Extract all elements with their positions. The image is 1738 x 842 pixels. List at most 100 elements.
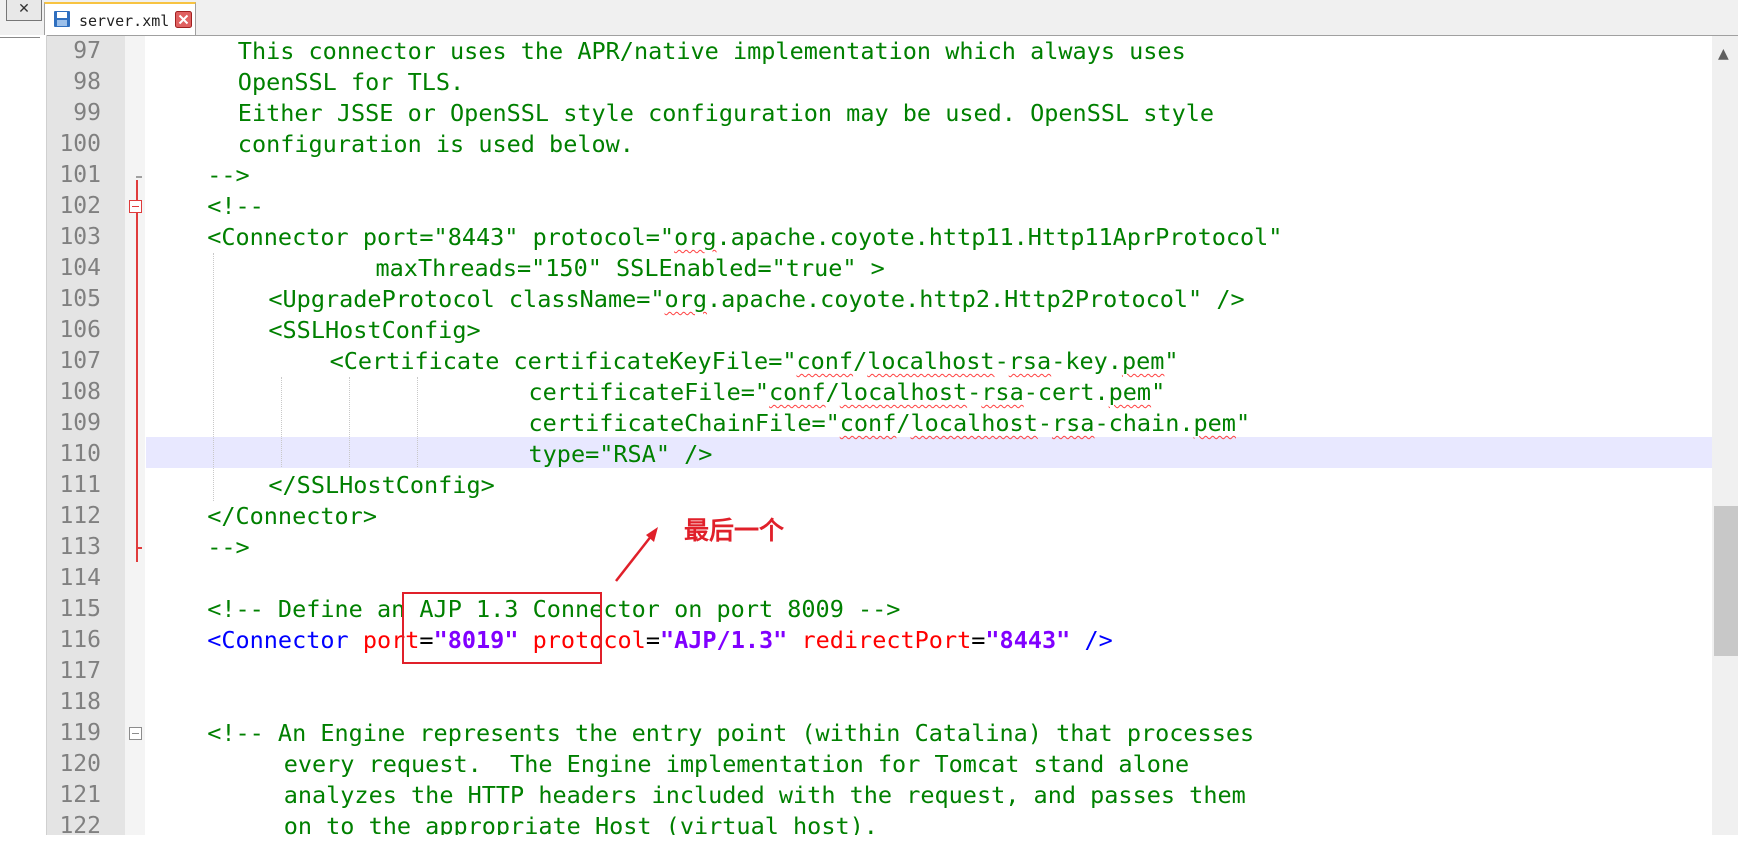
line-number: 103 [59,224,101,250]
code-token: <Certificate certificateKeyFile=" [329,347,797,375]
code-token: <SSLHostConfig> [268,316,481,344]
code-editor[interactable]: This connector uses the APR/native imple… [146,36,1712,835]
tab-filename: server.xml [79,12,170,30]
scrollbar-thumb[interactable] [1714,506,1738,656]
code-token: = [645,626,660,654]
code-token: - [994,347,1009,375]
fold-range-end [136,547,142,549]
tab-bar: ✕ server.xml [0,0,1738,36]
code-token: localhost [839,378,968,406]
code-token: Either JSSE or OpenSSL style configurati… [237,99,1215,127]
code-line: --> [207,160,249,191]
close-all-button[interactable]: ✕ [6,0,42,21]
line-number: 106 [59,317,101,343]
code-token: conf [839,409,897,437]
code-token: redirectPort [801,626,972,654]
code-token: localhost [910,409,1038,437]
tab-server-xml[interactable]: server.xml [44,2,196,35]
code-token: pem [1121,347,1165,375]
line-number: 110 [59,441,101,467]
code-token: -chain. [1094,409,1194,437]
fold-collapse-toggle[interactable] [129,727,142,740]
code-token: - [967,378,982,406]
code-token: /> [1084,626,1113,654]
floppy-disk-icon [54,11,70,27]
code-line: every request. The Engine implementation… [284,749,1189,780]
code-line: <Connector port="8019" protocol="AJP/1.3… [207,625,1113,656]
code-token: / [896,409,911,437]
code-line: type="RSA" /> [529,439,713,470]
line-number: 114 [59,565,101,591]
code-line: <UpgradeProtocol className="org.apache.c… [268,284,1244,315]
code-token: - [1037,409,1053,437]
code-token: <!-- An Engine represents the entry poin… [207,719,1255,747]
code-token: rsa [981,378,1024,406]
code-line: configuration is used below. [238,129,634,160]
line-number: 102 [59,193,101,219]
code-token: .apache.coyote.http11.Http11AprProtocol" [716,223,1283,251]
code-token: -key. [1051,347,1122,375]
code-token: OpenSSL for TLS. [237,68,465,96]
code-token: " [1235,409,1251,437]
code-token: pem [1193,409,1236,437]
fold-collapse-toggle[interactable] [129,200,142,213]
code-token: maxThreads="150" SSLEnabled="true" > [375,254,885,282]
code-line: OpenSSL for TLS. [238,67,464,98]
code-token: </SSLHostConfig> [268,471,495,499]
code-token: This connector uses the APR/native imple… [237,37,1186,65]
fold-margin [125,36,145,835]
code-line: analyzes the HTTP headers included with … [284,780,1246,811]
code-token: = [971,626,986,654]
code-token: certificateFile=" [528,378,770,406]
line-number: 97 [73,38,101,64]
line-number: 122 [59,813,101,839]
code-token: analyzes the HTTP headers included with … [283,781,1246,809]
code-token: </Connector> [207,502,377,530]
code-line: <Connector port="8443" protocol="org.apa… [207,222,1282,253]
line-number: 98 [73,69,101,95]
code-token: pem [1108,378,1152,406]
close-tab-icon[interactable] [175,11,192,28]
code-token: .apache.coyote.http2.Http2Protocol" /> [707,285,1245,313]
code-token: <UpgradeProtocol className=" [268,285,665,313]
code-token: rsa [1008,347,1052,375]
code-line: maxThreads="150" SSLEnabled="true" > [376,253,885,284]
code-line: <!-- An Engine represents the entry poin… [207,718,1254,749]
code-token: configuration is used below. [237,130,634,158]
fold-range-end [136,176,142,178]
indent-guide [213,253,214,501]
code-token: every request. The Engine implementation… [283,750,1190,778]
line-number: 117 [59,658,101,684]
line-number: 99 [73,100,101,126]
code-token: org [674,223,717,251]
line-number: 105 [59,286,101,312]
code-line: <!-- [207,191,264,222]
line-number: 107 [59,348,101,374]
vertical-scrollbar[interactable]: ▲ [1712,36,1738,835]
code-token: <!-- [207,192,264,220]
code-line: </SSLHostConfig> [268,470,494,501]
scroll-up-icon[interactable]: ▲ [1718,46,1729,62]
side-panel-edge [0,35,47,835]
code-token: <Connector [207,626,363,654]
current-line-highlight [146,437,1712,468]
fold-range-line [136,180,138,562]
line-number: 111 [59,472,101,498]
line-number: 100 [59,131,101,157]
code-line: on to the appropriate Host (virtual host… [284,811,878,835]
arrow-annotation-icon [615,527,658,582]
code-token: org [664,285,707,313]
code-line: certificateChainFile="conf/localhost-rsa… [529,408,1251,439]
code-token: / [825,378,840,406]
code-token: on to the appropriate Host (virtual host… [283,812,878,835]
line-number: 108 [59,379,101,405]
code-line: This connector uses the APR/native imple… [238,36,1186,67]
annotation-label: 最后一个 [684,516,785,545]
indent-guide [417,377,418,467]
code-line: certificateFile="conf/localhost-rsa-cert… [529,377,1166,408]
code-token: conf [769,378,826,406]
code-token: "8443" [985,626,1071,654]
code-token: / [853,347,868,375]
